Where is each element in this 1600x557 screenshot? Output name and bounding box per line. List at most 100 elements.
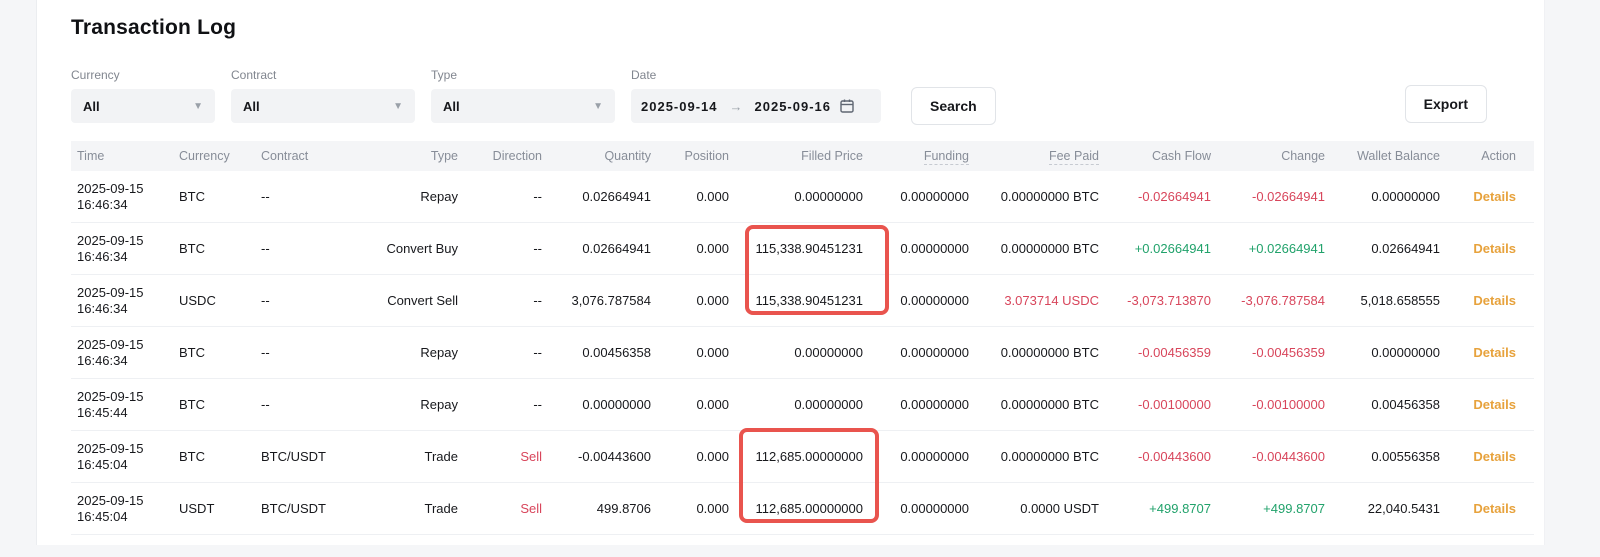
cell-time: 2025-09-15 16:46:34 — [71, 233, 173, 265]
column-header-wallet-balance: Wallet Balance — [1343, 149, 1458, 163]
cell-currency: BTC — [173, 345, 255, 360]
cell-funding: 0.00000000 — [881, 345, 987, 360]
cell-contract: -- — [255, 189, 375, 204]
cell-funding: 0.00000000 — [881, 241, 987, 256]
calendar-icon — [839, 98, 855, 114]
cell-contract: -- — [255, 397, 375, 412]
cell-fee-paid: 3.073714 USDC — [987, 293, 1117, 308]
cell-filled-price: 0.00000000 — [747, 345, 881, 360]
date-range-picker[interactable]: 2025-09-14 → 2025-09-16 — [631, 89, 881, 123]
details-link[interactable]: Details — [1473, 501, 1516, 516]
cell-direction: Sell — [476, 449, 560, 464]
export-button[interactable]: Export — [1405, 85, 1487, 123]
cell-change: +499.8707 — [1229, 501, 1343, 516]
cell-position: 0.000 — [669, 449, 747, 464]
cell-cash-flow: -0.02664941 — [1117, 189, 1229, 204]
row-time: 16:45:04 — [77, 509, 173, 525]
cell-change: -3,076.787584 — [1229, 293, 1343, 308]
cell-direction: -- — [476, 293, 560, 308]
cell-quantity: 0.00000000 — [560, 397, 669, 412]
cell-quantity: 0.02664941 — [560, 189, 669, 204]
page-title: Transaction Log — [71, 16, 1544, 40]
cell-filled-price: 115,338.90451231 — [747, 241, 881, 256]
date-start-value: 2025-09-14 — [641, 99, 718, 114]
table-row: 2025-09-15 16:46:34 BTC -- Convert Buy -… — [71, 223, 1534, 275]
cell-direction: -- — [476, 397, 560, 412]
column-header-action: Action — [1458, 149, 1534, 163]
cell-action: Details — [1458, 501, 1534, 516]
cell-position: 0.000 — [669, 501, 747, 516]
cell-wallet-balance: 5,018.658555 — [1343, 293, 1458, 308]
cell-currency: USDT — [173, 501, 255, 516]
cell-currency: BTC — [173, 449, 255, 464]
cell-contract: -- — [255, 345, 375, 360]
cell-change: -0.02664941 — [1229, 189, 1343, 204]
date-end-value: 2025-09-16 — [755, 99, 832, 114]
type-filter-label: Type — [431, 68, 615, 82]
date-filter: Date 2025-09-14 → 2025-09-16 — [631, 68, 881, 123]
cell-cash-flow: -0.00456359 — [1117, 345, 1229, 360]
contract-select[interactable]: All ▼ — [231, 89, 415, 123]
column-header-change: Change — [1229, 149, 1343, 163]
cell-funding: 0.00000000 — [881, 189, 987, 204]
cell-filled-price: 112,685.00000000 — [747, 449, 881, 464]
column-header-direction: Direction — [476, 149, 560, 163]
transaction-log-panel: Transaction Log Currency All ▼ Contract … — [36, 0, 1545, 545]
cell-type: Repay — [375, 397, 476, 412]
table-row: 2025-09-15 16:45:44 BTC -- Repay -- 0.00… — [71, 379, 1534, 431]
cell-fee-paid: 0.00000000 BTC — [987, 449, 1117, 464]
currency-select-value: All — [83, 99, 100, 114]
type-select-value: All — [443, 99, 460, 114]
cell-type: Repay — [375, 189, 476, 204]
row-time: 16:46:34 — [77, 249, 173, 265]
cell-fee-paid: 0.00000000 BTC — [987, 189, 1117, 204]
details-link[interactable]: Details — [1473, 241, 1516, 256]
cell-change: -0.00100000 — [1229, 397, 1343, 412]
cell-action: Details — [1458, 345, 1534, 360]
cell-quantity: 499.8706 — [560, 501, 669, 516]
row-time: 16:46:34 — [77, 301, 173, 317]
cell-direction: -- — [476, 345, 560, 360]
row-date: 2025-09-15 — [77, 389, 173, 405]
cell-wallet-balance: 0.00000000 — [1343, 189, 1458, 204]
details-link[interactable]: Details — [1473, 293, 1516, 308]
chevron-down-icon: ▼ — [593, 101, 603, 112]
details-link[interactable]: Details — [1473, 397, 1516, 412]
details-link[interactable]: Details — [1473, 449, 1516, 464]
date-range-arrow-icon: → — [730, 99, 743, 114]
column-header-quantity: Quantity — [560, 149, 669, 163]
date-filter-label: Date — [631, 68, 881, 82]
column-header-filled-price: Filled Price — [747, 149, 881, 163]
column-header-funding: Funding — [881, 149, 987, 163]
cell-quantity: -0.00443600 — [560, 449, 669, 464]
cell-type: Convert Sell — [375, 293, 476, 308]
search-button[interactable]: Search — [911, 87, 996, 125]
cell-fee-paid: 0.0000 USDT — [987, 501, 1117, 516]
column-header-cash-flow: Cash Flow — [1117, 149, 1229, 163]
table-body: 2025-09-15 16:46:34 BTC -- Repay -- 0.02… — [71, 171, 1534, 535]
table-row: 2025-09-15 16:46:34 BTC -- Repay -- 0.00… — [71, 327, 1534, 379]
cell-filled-price: 0.00000000 — [747, 397, 881, 412]
type-select[interactable]: All ▼ — [431, 89, 615, 123]
cell-action: Details — [1458, 449, 1534, 464]
cell-funding: 0.00000000 — [881, 449, 987, 464]
cell-funding: 0.00000000 — [881, 501, 987, 516]
cell-time: 2025-09-15 16:45:04 — [71, 493, 173, 525]
cell-fee-paid: 0.00000000 BTC — [987, 241, 1117, 256]
cell-action: Details — [1458, 397, 1534, 412]
currency-select[interactable]: All ▼ — [71, 89, 215, 123]
details-link[interactable]: Details — [1473, 345, 1516, 360]
cell-change: +0.02664941 — [1229, 241, 1343, 256]
currency-filter-label: Currency — [71, 68, 215, 82]
table-row: 2025-09-15 16:45:04 USDT BTC/USDT Trade … — [71, 483, 1534, 535]
cell-contract: -- — [255, 241, 375, 256]
cell-position: 0.000 — [669, 293, 747, 308]
cell-filled-price: 0.00000000 — [747, 189, 881, 204]
cell-time: 2025-09-15 16:46:34 — [71, 285, 173, 317]
cell-currency: BTC — [173, 189, 255, 204]
details-link[interactable]: Details — [1473, 189, 1516, 204]
row-time: 16:45:44 — [77, 405, 173, 421]
table-row: 2025-09-15 16:46:34 BTC -- Repay -- 0.02… — [71, 171, 1534, 223]
cell-cash-flow: -0.00100000 — [1117, 397, 1229, 412]
column-header-position: Position — [669, 149, 747, 163]
